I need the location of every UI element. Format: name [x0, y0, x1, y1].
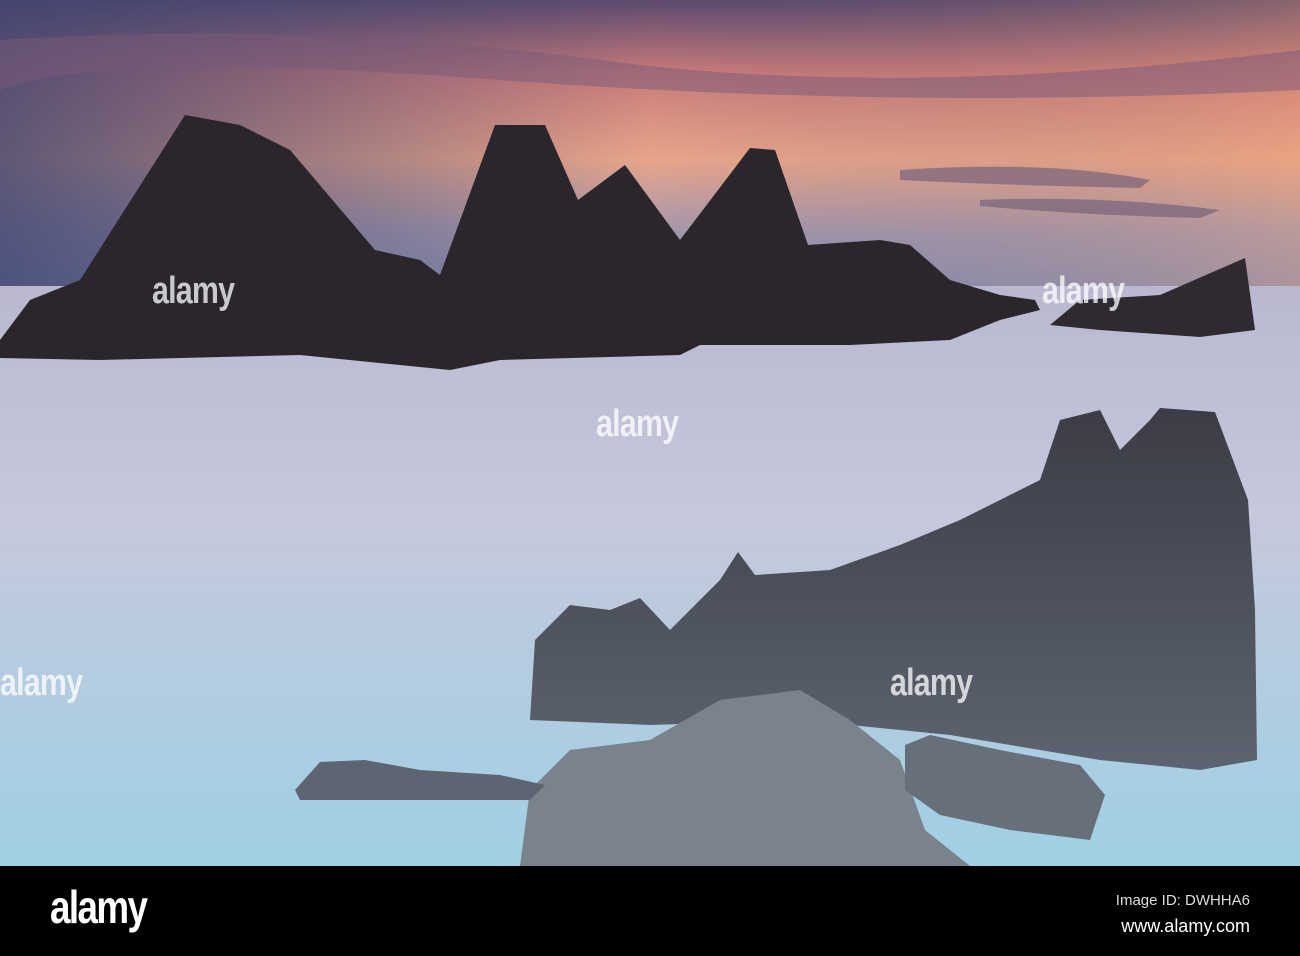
footer-bar: alamy Image ID: DWHHA6 www.alamy.com — [0, 866, 1300, 956]
site-url: www.alamy.com — [1121, 916, 1250, 936]
alamy-logo: alamy — [50, 881, 148, 933]
watermark-text: alamy — [1042, 270, 1125, 312]
stock-photo: alamy alamy alamy alamy alamy alamy Imag… — [0, 0, 1300, 956]
watermark-text: alamy — [890, 662, 973, 704]
watermark-text: alamy — [152, 270, 235, 312]
image-id: Image ID: DWHHA6 — [1115, 892, 1250, 909]
watermark-text: alamy — [596, 403, 679, 445]
watermark-text: alamy — [0, 662, 83, 704]
